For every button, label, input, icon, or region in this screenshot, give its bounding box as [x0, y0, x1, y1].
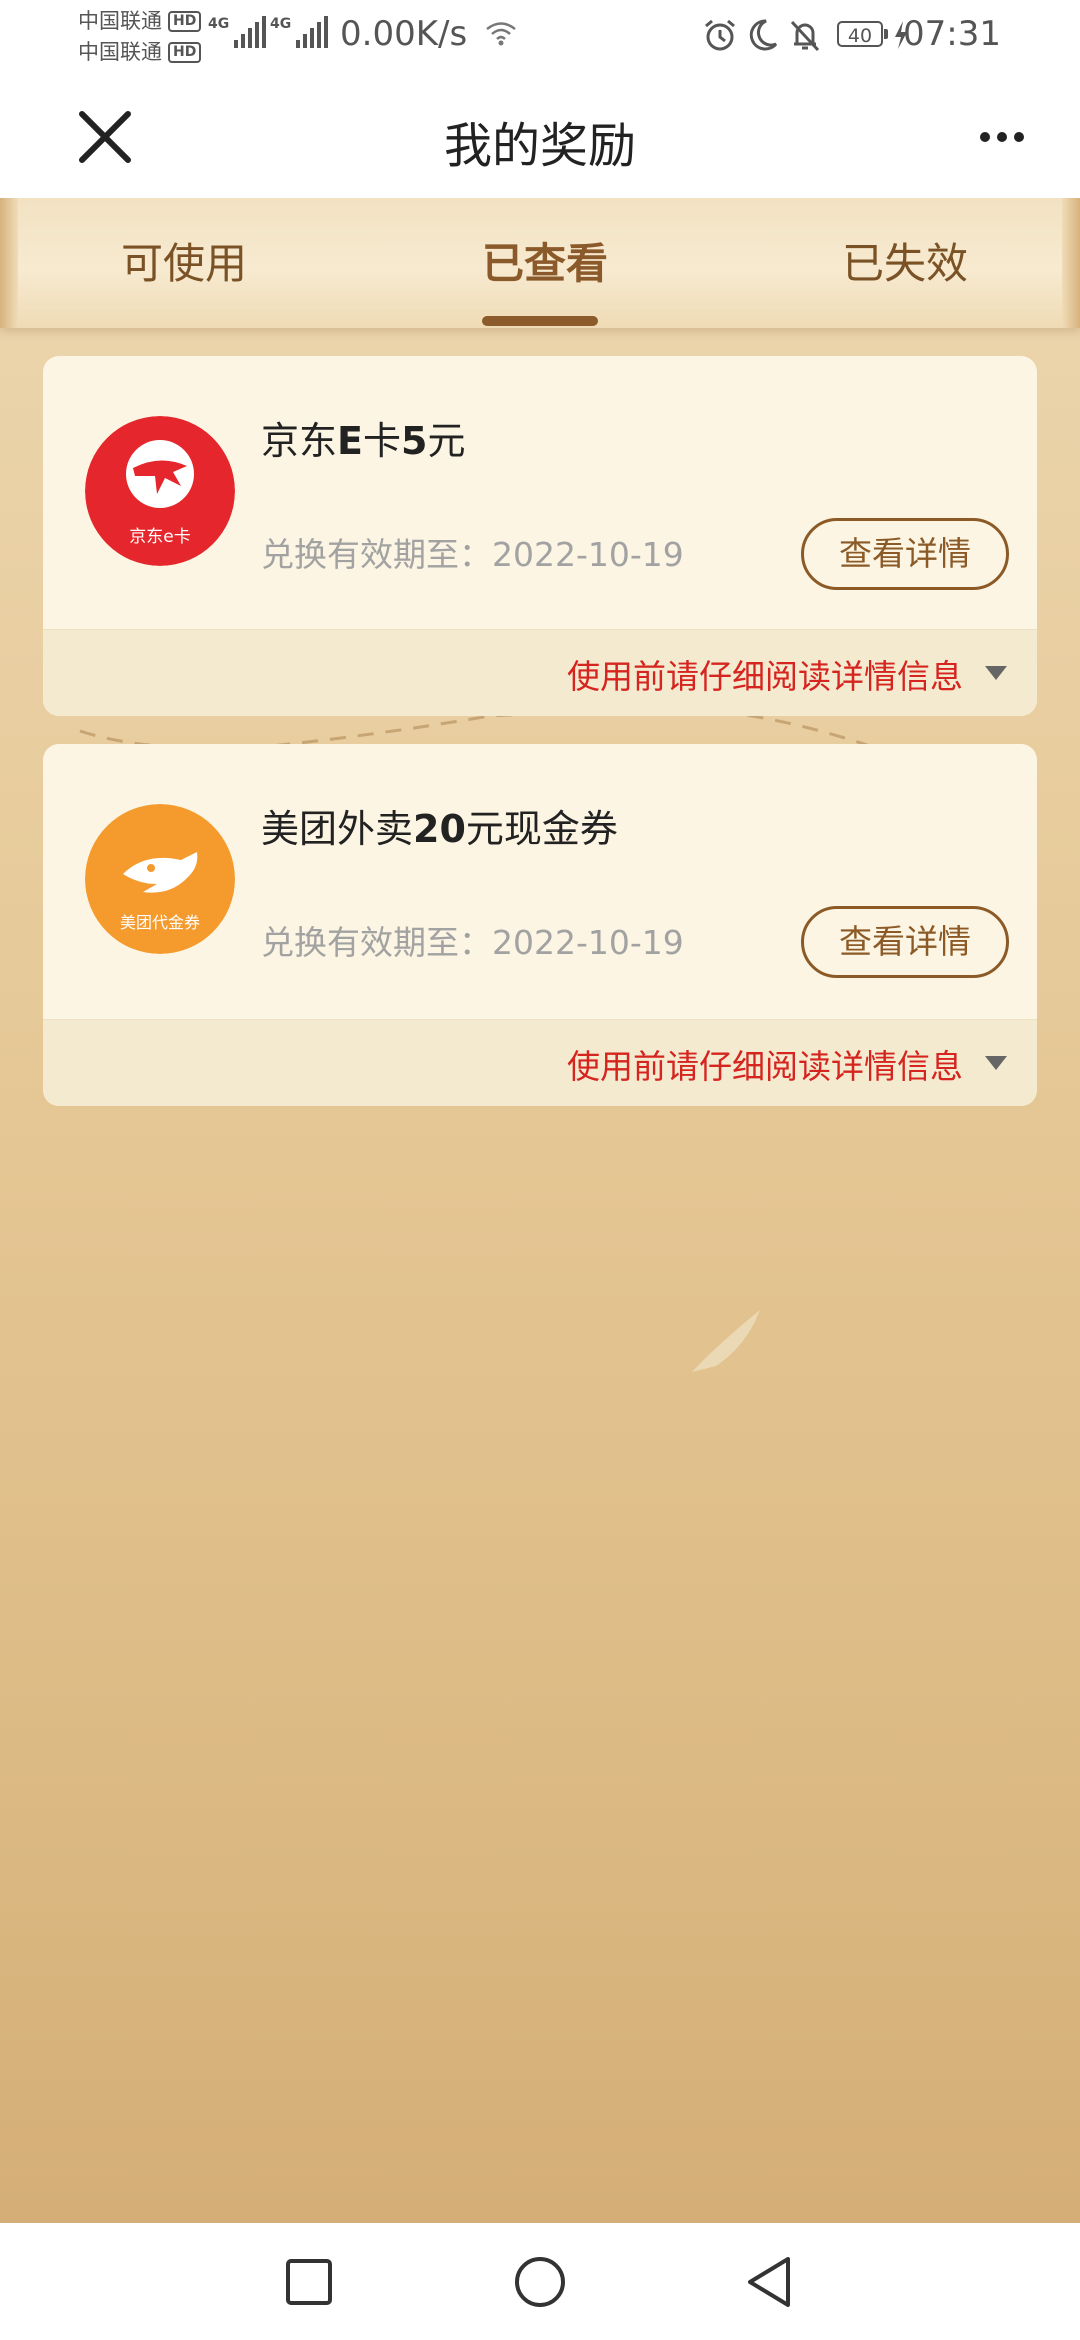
tab-expired[interactable]: 已失效 — [842, 230, 968, 291]
tab-available[interactable]: 可使用 — [121, 230, 247, 291]
battery-tip — [884, 29, 888, 39]
caret-down-icon[interactable] — [985, 666, 1007, 680]
reward-title: 美团外卖20元现金券 — [261, 807, 618, 851]
alarm-icon — [702, 18, 738, 58]
read-details-note[interactable]: 使用前请仔细阅读详情信息 — [567, 1040, 963, 1088]
status-icons: 40 07:31 — [680, 0, 1080, 72]
signal-icon: 4G — [270, 16, 329, 48]
status-bar: 中国联通 HD 中国联通 HD 4G 4G 0.00K/s 40 07:31 — [0, 0, 1080, 72]
system-navigation-bar — [0, 2223, 1080, 2340]
wifi-icon — [484, 18, 518, 52]
jd-ecard-logo: 京东e卡 — [85, 416, 235, 566]
view-details-button[interactable]: 查看详情 — [801, 518, 1009, 590]
expiry-date: 兑换有效期至：2022-10-19 — [261, 923, 684, 962]
meituan-voucher-logo: 美团代金券 — [85, 804, 235, 954]
tab-viewed[interactable]: 已查看 — [482, 230, 608, 291]
hd-badge: HD — [168, 11, 202, 32]
hd-badge: HD — [168, 42, 202, 63]
decorative-feather-icon — [692, 1310, 760, 1372]
carrier-2: 中国联通 — [78, 40, 162, 64]
moon-icon — [746, 18, 778, 56]
network-type: 4G — [208, 16, 230, 32]
reward-card-meituan: 美团代金券 美团外卖20元现金券 兑换有效期至：2022-10-19 查看详情 … — [43, 744, 1037, 1106]
reward-card-jd: 京东e卡 京东E卡5元 兑换有效期至：2022-10-19 查看详情 使用前请仔… — [43, 356, 1037, 716]
card-footer[interactable]: 使用前请仔细阅读详情信息 — [43, 629, 1037, 716]
card-footer[interactable]: 使用前请仔细阅读详情信息 — [43, 1019, 1037, 1106]
more-dots-icon[interactable] — [972, 114, 1032, 160]
battery-icon: 40 — [837, 21, 883, 47]
back-icon[interactable] — [744, 2255, 794, 2313]
reward-title: 京东E卡5元 — [261, 419, 466, 463]
network-speed: 0.00K/s — [340, 14, 468, 54]
jd-logo-text: 京东e卡 — [129, 527, 190, 547]
scroll-edge-left — [0, 198, 18, 328]
carrier-1: 中国联通 — [78, 9, 162, 33]
scroll-edge-right — [1062, 198, 1080, 328]
home-icon[interactable] — [513, 2255, 567, 2313]
page-title: 我的奖励 — [443, 118, 636, 174]
rewards-page: 可使用 已查看 已失效 京东e卡 京东E卡5元 兑换有效期至：2022-10-1… — [0, 198, 1080, 2223]
carrier-info: 中国联通 HD 中国联通 HD — [78, 6, 202, 68]
tab-bar: 可使用 已查看 已失效 — [0, 198, 1080, 328]
meituan-logo-text: 美团代金券 — [120, 913, 200, 932]
mute-bell-icon — [788, 18, 822, 58]
clock: 07:31 — [903, 14, 1001, 54]
signal-icon: 4G — [208, 16, 267, 48]
recent-apps-icon[interactable] — [284, 2257, 334, 2311]
caret-down-icon[interactable] — [985, 1056, 1007, 1070]
header: 我的奖励 — [0, 72, 1080, 198]
tab-active-indicator — [482, 316, 598, 326]
read-details-note[interactable]: 使用前请仔细阅读详情信息 — [567, 650, 963, 698]
network-type: 4G — [270, 16, 292, 32]
expiry-date: 兑换有效期至：2022-10-19 — [261, 535, 684, 574]
view-details-button[interactable]: 查看详情 — [801, 906, 1009, 978]
